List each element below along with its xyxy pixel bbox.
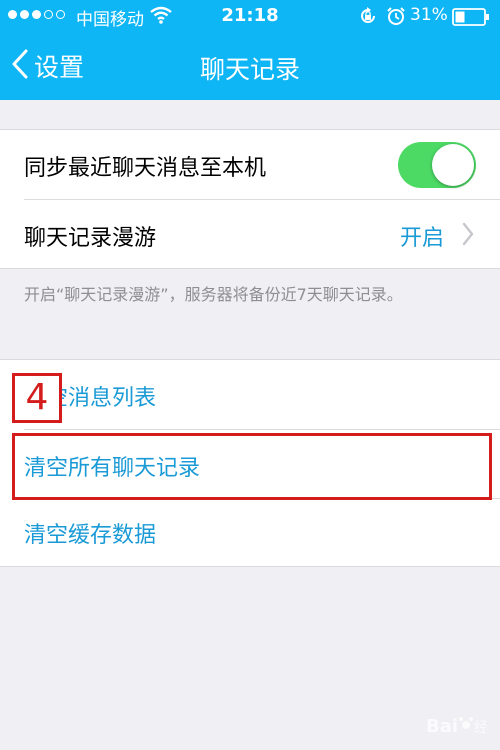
clear-message-list-row[interactable]: 清空消息列表 — [0, 360, 500, 429]
svg-text:经验: 经验 — [474, 720, 486, 736]
chat-roaming-value: 开启 — [399, 226, 444, 251]
battery-icon — [452, 8, 490, 30]
clear-all-history-button[interactable]: 清空所有聊天记录 — [24, 450, 200, 482]
clear-cache-button[interactable]: 清空缓存数据 — [24, 517, 156, 549]
battery-percent: 31% — [410, 5, 448, 25]
page-title: 聊天记录 — [199, 55, 300, 84]
nav-bar: 设置 聊天记录 — [0, 34, 500, 100]
status-bar: 中国移动 21:18 31% — [0, 0, 500, 34]
sync-recent-messages-row: 同步最近聊天消息至本机 — [0, 130, 500, 199]
header: 中国移动 21:18 31% 设置 聊天记录 — [0, 0, 500, 100]
step-number-badge: 4 — [12, 373, 62, 423]
sync-recent-messages-toggle[interactable] — [398, 142, 476, 188]
clear-all-history-row[interactable]: 清空所有聊天记录 — [0, 430, 500, 498]
chat-roaming-label: 聊天记录漫游 — [24, 226, 157, 251]
chat-sync-settings-group: 同步最近聊天消息至本机 聊天记录漫游 开启 — [0, 129, 500, 269]
svg-text:Bai: Bai — [426, 716, 458, 737]
chat-roaming-note: 开启“聊天记录漫游”，服务器将备份近7天聊天记录。 — [24, 285, 403, 304]
alarm-icon — [386, 6, 406, 30]
clear-cache-row[interactable]: 清空缓存数据 — [0, 499, 500, 566]
rotation-lock-icon — [358, 6, 378, 30]
chat-roaming-row[interactable]: 聊天记录漫游 开启 — [0, 200, 500, 268]
toggle-knob — [432, 144, 474, 186]
sync-recent-messages-label: 同步最近聊天消息至本机 — [24, 156, 267, 181]
chevron-right-icon — [462, 222, 474, 250]
clear-actions-group: 清空消息列表 清空所有聊天记录 清空缓存数据 — [0, 359, 500, 567]
baidu-watermark: Bai 经验 — [426, 712, 500, 742]
baidu-paw-icon: Bai 经验 — [426, 712, 500, 742]
